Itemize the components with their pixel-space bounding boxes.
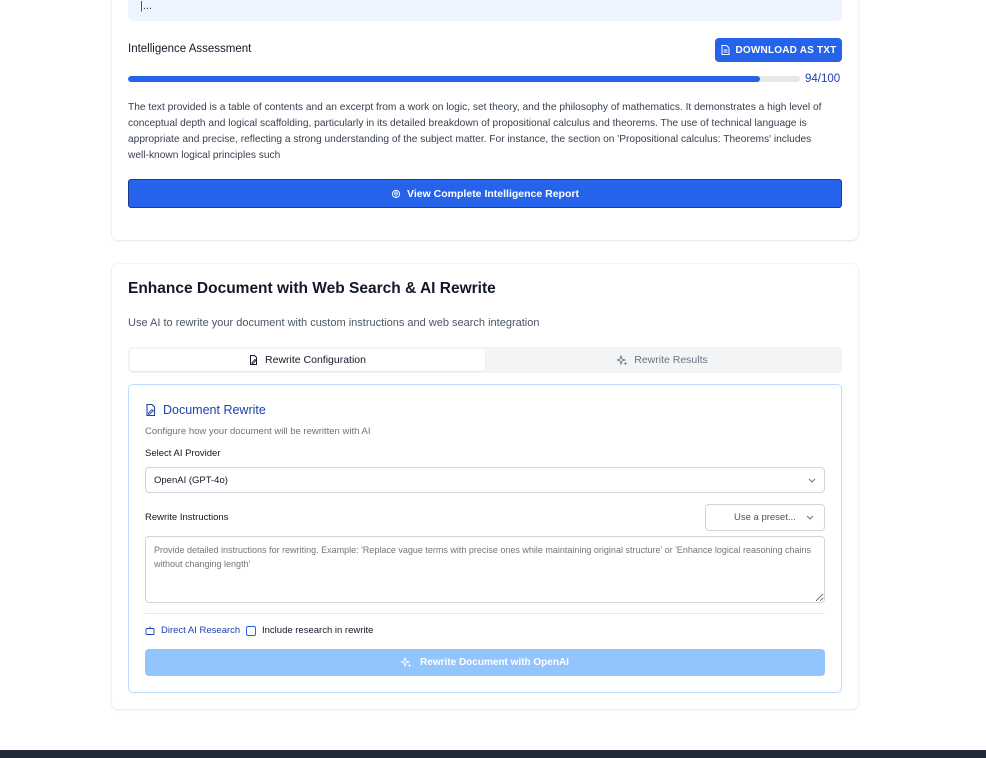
rewrite-document-label: Rewrite Document with OpenAI	[420, 657, 569, 668]
rewrite-document-button[interactable]: Rewrite Document with OpenAI	[145, 649, 825, 676]
ai-provider-value: OpenAI (GPT-4o)	[154, 474, 228, 486]
rewrite-instructions-textarea[interactable]	[145, 536, 825, 603]
score-progress-fill	[128, 76, 760, 82]
brain-icon	[391, 189, 401, 199]
taskbar-edge	[0, 750, 986, 758]
assessment-text: The text provided is a table of contents…	[128, 102, 822, 161]
excerpt-text: |...	[140, 0, 153, 12]
document-excerpt-box: |...	[128, 0, 842, 21]
chevron-down-icon	[808, 478, 816, 483]
panel-divider	[145, 613, 825, 614]
include-research-label: Include research in rewrite	[262, 625, 374, 636]
document-rewrite-title-text: Document Rewrite	[163, 403, 266, 417]
intelligence-assessment-label: Intelligence Assessment	[128, 43, 252, 55]
score-value: 94/100	[805, 73, 841, 85]
direct-ai-research-link[interactable]: Direct AI Research	[145, 625, 240, 636]
include-research-checkbox[interactable]	[246, 625, 256, 636]
view-report-label: View Complete Intelligence Report	[407, 187, 579, 200]
download-txt-label: DOWNLOAD AS TXT	[735, 44, 837, 56]
doc-edit-icon	[145, 404, 157, 416]
tab-rewrite-results[interactable]: Rewrite Results	[485, 349, 840, 371]
instructions-label: Rewrite Instructions	[145, 512, 229, 523]
tab-rewrite-results-label: Rewrite Results	[634, 354, 708, 366]
direct-ai-research-label: Direct AI Research	[161, 625, 241, 636]
include-research-option: Include research in rewrite	[246, 625, 373, 636]
doc-edit-icon	[249, 355, 259, 365]
bot-icon	[145, 626, 155, 635]
tab-rewrite-configuration-label: Rewrite Configuration	[265, 354, 366, 366]
document-rewrite-subtitle: Configure how your document will be rewr…	[145, 426, 371, 437]
document-rewrite-title: Document Rewrite	[145, 403, 266, 417]
file-icon	[721, 45, 730, 55]
rewrite-tabs: Rewrite Configuration Rewrite Results	[128, 347, 842, 373]
preset-placeholder: Use a preset...	[734, 512, 796, 523]
preset-select[interactable]: Use a preset...	[705, 504, 825, 531]
download-txt-button[interactable]: DOWNLOAD AS TXT	[715, 38, 842, 62]
sparkles-icon	[401, 657, 412, 668]
enhance-title: Enhance Document with Web Search & AI Re…	[128, 280, 496, 297]
provider-label: Select AI Provider	[145, 448, 221, 459]
view-report-button[interactable]: View Complete Intelligence Report	[128, 179, 842, 208]
tab-rewrite-configuration[interactable]: Rewrite Configuration	[130, 349, 485, 371]
ai-provider-select[interactable]: OpenAI (GPT-4o)	[145, 467, 825, 493]
sparkles-icon	[617, 354, 628, 366]
chevron-down-icon	[806, 515, 814, 520]
score-progress-bar	[128, 76, 800, 82]
enhance-subtitle: Use AI to rewrite your document with cus…	[128, 317, 540, 329]
